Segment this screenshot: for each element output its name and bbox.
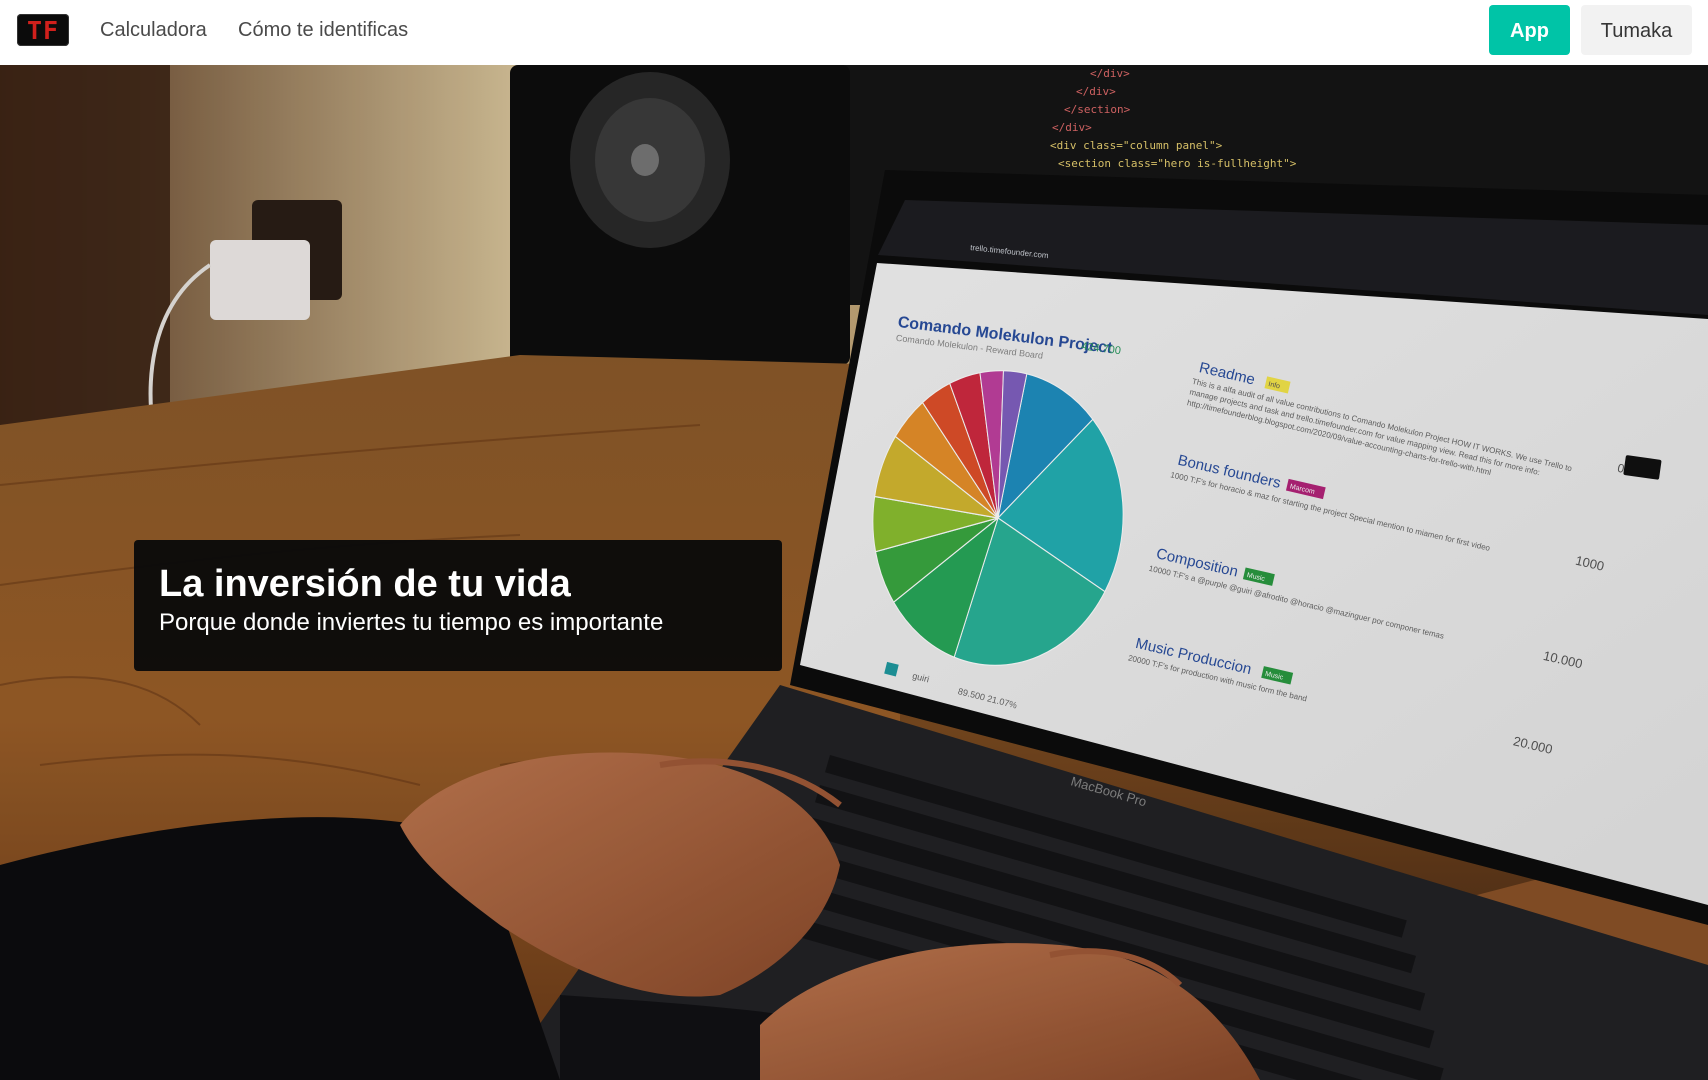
nav-link-calculadora[interactable]: Calculadora	[100, 0, 207, 61]
hero-title: La inversión de tu vida	[159, 563, 571, 605]
hero-section: </div> </div> </section> </div> <div cla…	[0, 65, 1708, 1080]
app-button[interactable]: App	[1489, 5, 1570, 55]
top-navbar: TF Calculadora Cómo te identificas App T…	[0, 0, 1708, 65]
user-account-button[interactable]: Tumaka	[1581, 5, 1692, 55]
hero-subtitle: Porque donde inviertes tu tiempo es impo…	[159, 609, 664, 636]
page: TF Calculadora Cómo te identificas App T…	[0, 0, 1708, 1080]
hero-caption-box: La inversión de tu vida Porque donde inv…	[134, 540, 782, 671]
nav-link-como-te-identificas[interactable]: Cómo te identificas	[238, 0, 408, 61]
timefounder-logo[interactable]: TF	[17, 14, 69, 46]
